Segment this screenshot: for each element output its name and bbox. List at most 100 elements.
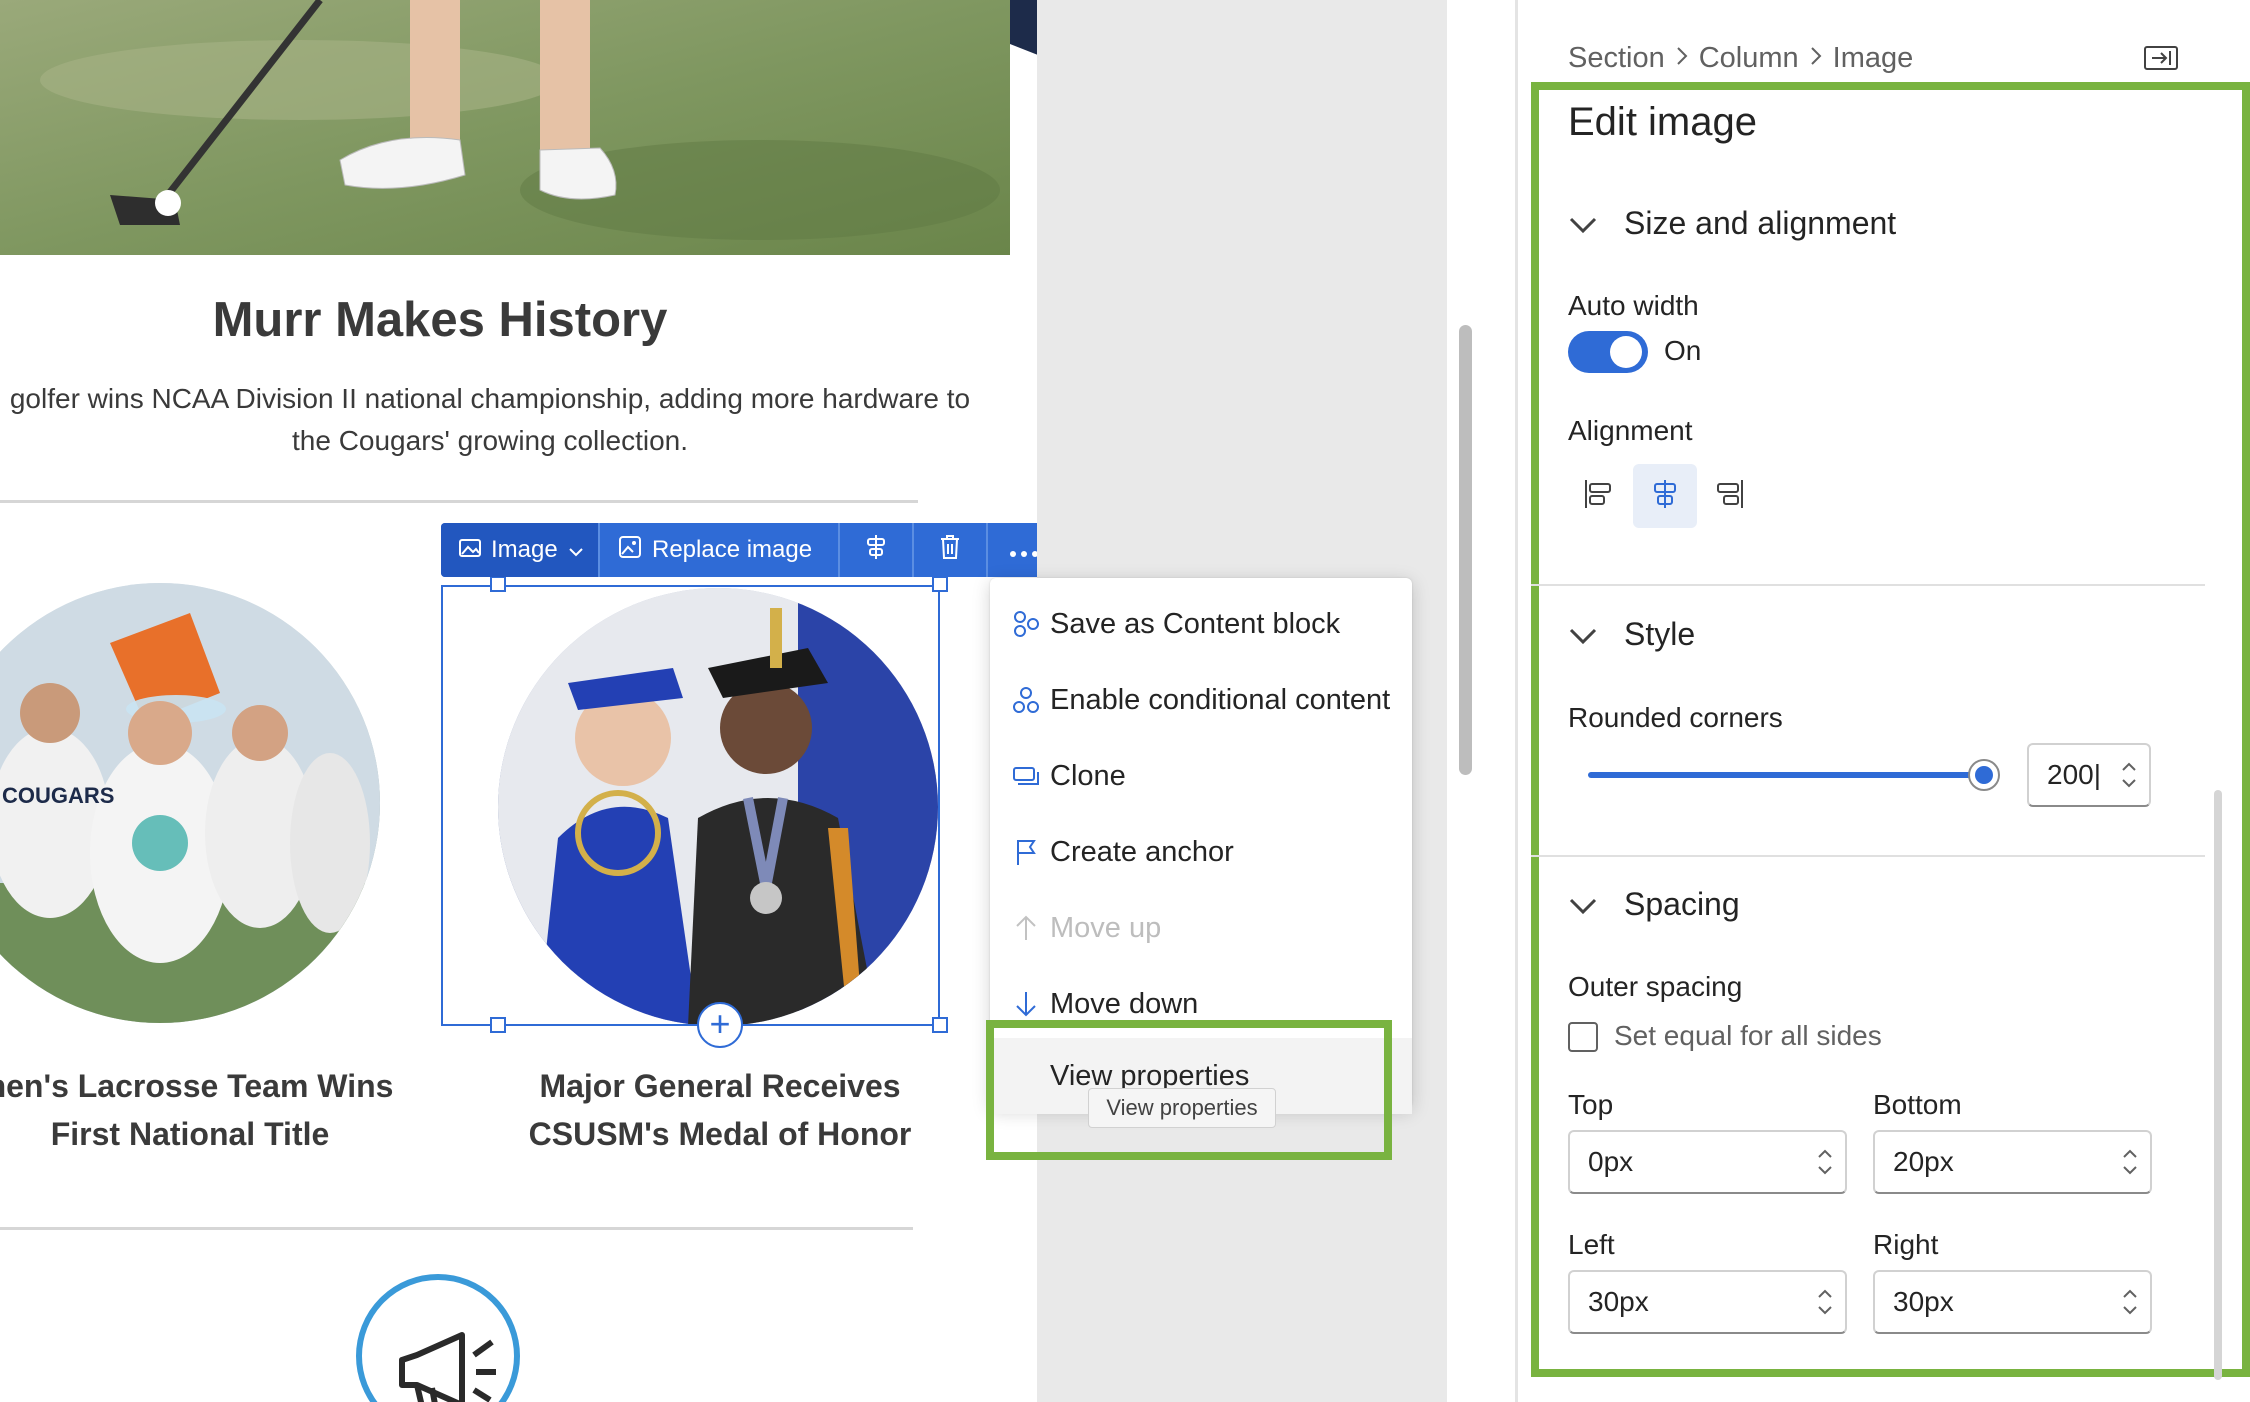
- section-size-alignment-header[interactable]: Size and alignment: [1568, 205, 1896, 242]
- chevron-right-icon: [1675, 43, 1689, 74]
- jersey-text: COUGARS: [2, 783, 114, 808]
- replace-image-icon: [618, 535, 642, 566]
- menu-item-label: Move up: [1050, 911, 1162, 944]
- canvas-scrollbar[interactable]: [1459, 325, 1472, 775]
- left-spacing-value: 30px: [1588, 1286, 1649, 1317]
- spin-arrows-icon[interactable]: [1805, 1149, 1845, 1175]
- section-heading: Size and alignment: [1624, 205, 1897, 241]
- chevron-down-icon: [568, 536, 584, 564]
- rounded-corners-slider[interactable]: [1588, 772, 1986, 778]
- story-title-medal: Major General Receives CSUSM's Medal of …: [528, 1068, 912, 1152]
- bottom-spacing-value: 20px: [1893, 1146, 1954, 1177]
- menu-item-move-up: Move up: [990, 890, 1412, 966]
- story-dek: golfer wins NCAA Division II national ch…: [9, 383, 971, 456]
- spin-arrows-icon[interactable]: [2109, 762, 2149, 788]
- align-center-button[interactable]: [840, 523, 914, 577]
- left-label: Left: [1568, 1229, 1615, 1260]
- resize-handle[interactable]: [932, 1017, 948, 1033]
- slider-thumb[interactable]: [1968, 759, 2000, 791]
- align-left-button[interactable]: [1566, 464, 1630, 528]
- chevron-down-icon: [1568, 616, 1598, 653]
- top-spacing-value: 0px: [1588, 1146, 1634, 1177]
- menu-item-create-anchor[interactable]: Create anchor: [990, 814, 1412, 890]
- spin-arrows-icon[interactable]: [2110, 1289, 2150, 1315]
- trash-icon: [939, 534, 961, 567]
- equal-sides-label: Set equal for all sides: [1614, 1020, 1882, 1051]
- breadcrumb-column[interactable]: Column: [1699, 42, 1799, 75]
- image-menu-button[interactable]: Image: [441, 523, 600, 577]
- auto-width-state: On: [1664, 335, 1702, 366]
- image-menu-label: Image: [491, 536, 558, 563]
- arrow-down-icon: [990, 990, 1050, 1018]
- right-spacing-input[interactable]: 30px: [1873, 1270, 2152, 1334]
- chevron-right-icon: [1809, 43, 1823, 74]
- highlight-box-view-properties: [986, 1020, 1392, 1160]
- replace-image-button[interactable]: Replace image: [600, 523, 840, 577]
- align-left-icon: [1583, 478, 1613, 515]
- spin-arrows-icon[interactable]: [1805, 1289, 1845, 1315]
- more-icon: [1010, 536, 1038, 564]
- bottom-spacing-input[interactable]: 20px: [1873, 1130, 2152, 1194]
- align-center-button[interactable]: [1633, 464, 1697, 528]
- divider-line: [0, 1227, 913, 1230]
- breadcrumb-image: Image: [1832, 42, 1914, 74]
- story-headline: Murr Makes History: [212, 293, 668, 347]
- panel-title: Edit image: [1568, 100, 1757, 144]
- section-heading: Spacing: [1624, 886, 1740, 922]
- resize-handle[interactable]: [932, 576, 948, 592]
- image-toolbar: Image Replace image: [441, 523, 1060, 577]
- content-block-icon: [990, 610, 1050, 638]
- section-divider: [1531, 855, 2205, 857]
- auto-width-label: Auto width: [1568, 290, 1699, 321]
- rounded-corners-input[interactable]: 200|: [2027, 743, 2151, 807]
- section-heading: Style: [1624, 616, 1696, 652]
- golf-photo[interactable]: [0, 0, 1010, 255]
- alignment-label: Alignment: [1568, 415, 1693, 446]
- menu-item-label: Move down: [1050, 987, 1199, 1020]
- section-spacing-header[interactable]: Spacing: [1568, 886, 1740, 923]
- divider-line: [0, 500, 918, 503]
- align-center-icon: [1650, 478, 1680, 515]
- breadcrumb-section[interactable]: Section: [1568, 42, 1665, 75]
- chevron-down-icon: [1568, 886, 1598, 923]
- toggle-knob: [1610, 336, 1642, 368]
- spin-arrows-icon[interactable]: [2110, 1149, 2150, 1175]
- right-label: Right: [1873, 1229, 1939, 1260]
- image-selection-frame[interactable]: [441, 585, 940, 1026]
- top-spacing-input[interactable]: 0px: [1568, 1130, 1847, 1194]
- dock-panel-icon[interactable]: [2144, 46, 2178, 70]
- align-center-icon: [865, 534, 887, 567]
- delete-button[interactable]: [914, 523, 988, 577]
- story-title-lacrosse: nen's Lacrosse Team Wins First National …: [0, 1068, 394, 1152]
- panel-scrollbar[interactable]: [2214, 790, 2222, 1380]
- megaphone-icon: [356, 1274, 520, 1402]
- photo-edge: [1010, 0, 1037, 55]
- bottom-label: Bottom: [1873, 1089, 1962, 1120]
- chevron-down-icon: [1568, 205, 1598, 242]
- panel-divider: [1515, 0, 1518, 1402]
- resize-handle[interactable]: [490, 1017, 506, 1033]
- conditional-content-icon: [990, 686, 1050, 714]
- flag-icon: [990, 838, 1050, 866]
- rounded-corners-value: 200|: [2047, 759, 2101, 790]
- outer-spacing-label: Outer spacing: [1568, 971, 1743, 1002]
- lacrosse-team-photo[interactable]: COUGARS: [0, 583, 380, 1023]
- menu-item-label: Clone: [1050, 759, 1126, 792]
- resize-handle[interactable]: [490, 576, 506, 592]
- left-spacing-input[interactable]: 30px: [1568, 1270, 1847, 1334]
- equal-sides-checkbox[interactable]: [1568, 1022, 1598, 1052]
- menu-item-clone[interactable]: Clone: [990, 738, 1412, 814]
- menu-item-label: Enable conditional content: [1050, 683, 1391, 716]
- section-style-header[interactable]: Style: [1568, 616, 1695, 653]
- menu-item-conditional-content[interactable]: Enable conditional content: [990, 662, 1412, 738]
- section-divider: [1531, 584, 2205, 586]
- image-icon: [459, 536, 481, 564]
- menu-item-save-content-block[interactable]: Save as Content block: [990, 586, 1412, 662]
- add-element-button[interactable]: +: [697, 1002, 743, 1048]
- align-right-button[interactable]: [1698, 464, 1762, 528]
- menu-item-label: Create anchor: [1050, 835, 1234, 868]
- right-spacing-value: 30px: [1893, 1286, 1954, 1317]
- rounded-corners-label: Rounded corners: [1568, 702, 1783, 733]
- replace-image-label: Replace image: [652, 536, 813, 563]
- menu-item-label: Save as Content block: [1050, 607, 1341, 640]
